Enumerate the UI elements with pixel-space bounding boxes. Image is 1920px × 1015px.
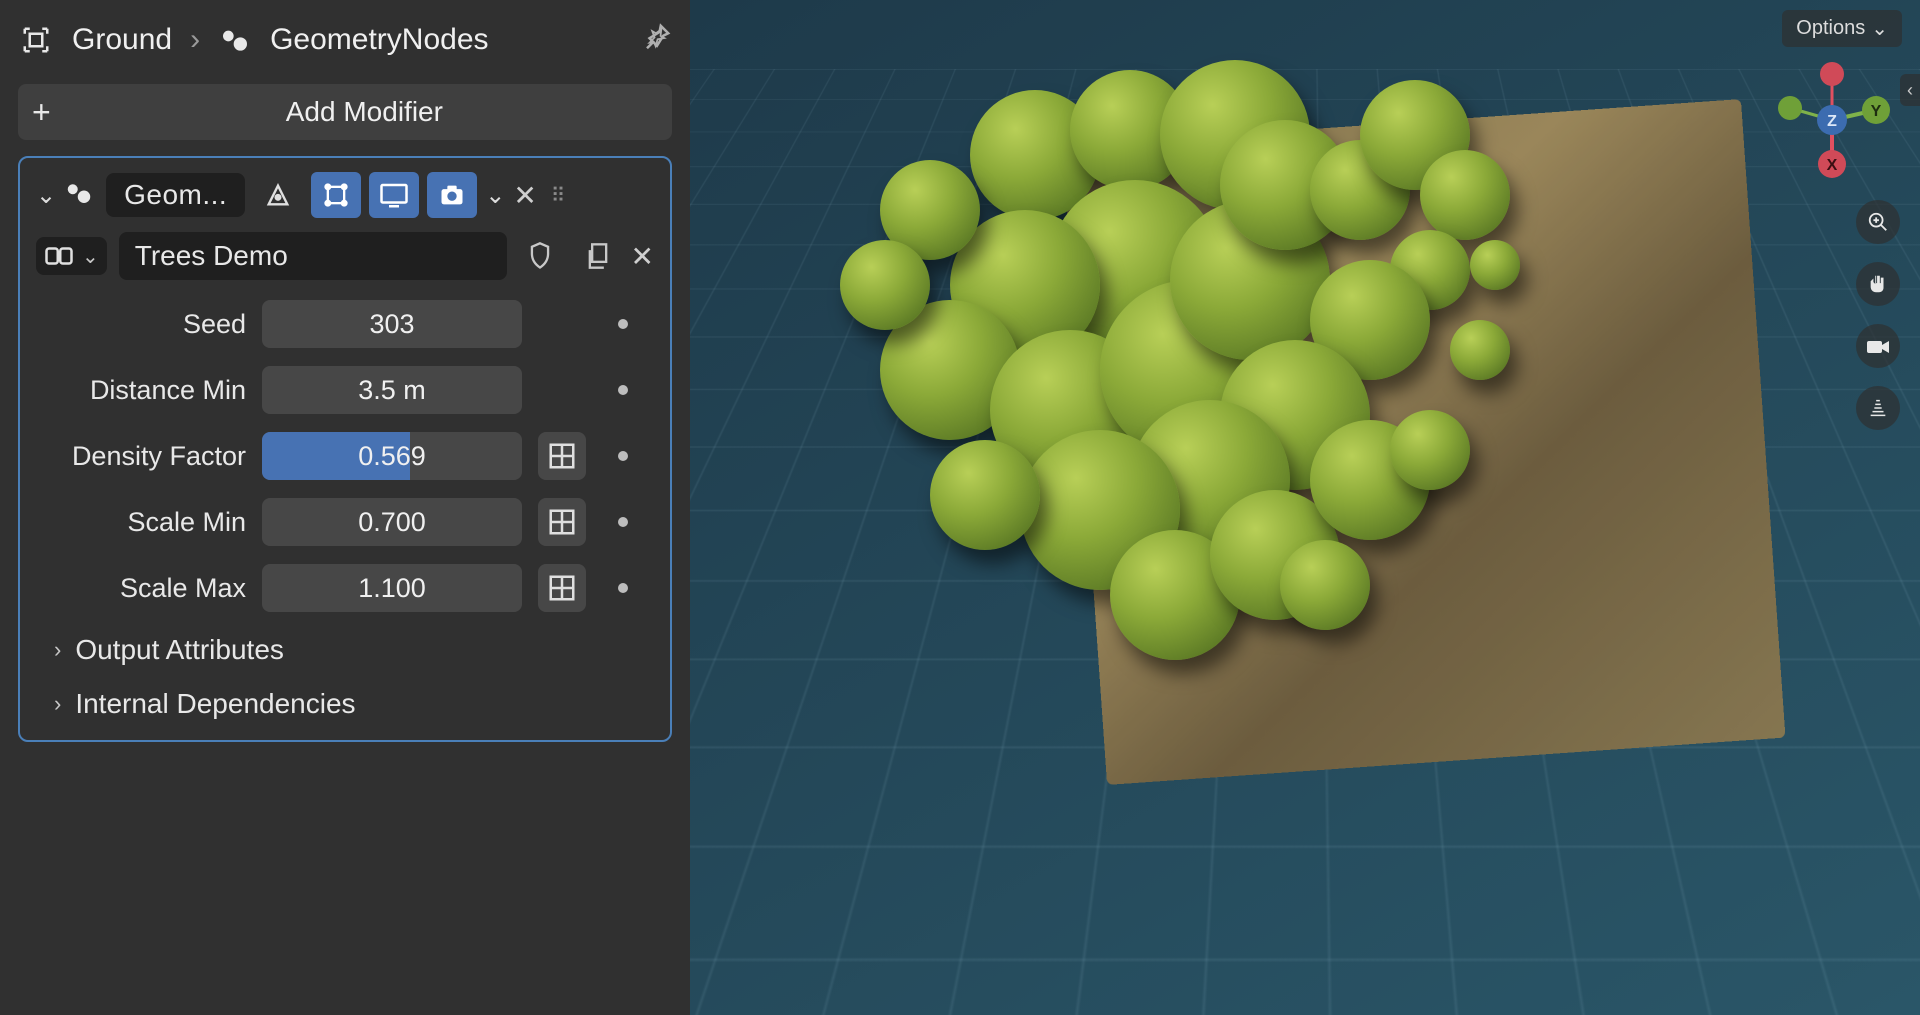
property-label: Seed: [36, 309, 246, 340]
property-row: Scale Max 1.100: [36, 564, 654, 612]
tree: [1420, 150, 1510, 240]
svg-text:Z: Z: [1827, 113, 1837, 130]
add-modifier-button[interactable]: + Add Modifier: [18, 84, 672, 140]
anim-dot[interactable]: [618, 517, 628, 527]
viewport[interactable]: Options ⌄ ‹ Y X Z: [690, 0, 1920, 1015]
perspective-icon[interactable]: [1856, 386, 1900, 430]
side-panel-toggle[interactable]: ‹: [1900, 74, 1920, 106]
attribute-toggle[interactable]: [538, 498, 586, 546]
output-attributes-section[interactable]: › Output Attributes: [36, 626, 654, 666]
density-factor-field[interactable]: 0.569: [262, 432, 522, 480]
svg-text:Y: Y: [1871, 103, 1882, 120]
render-toggle[interactable]: [427, 172, 477, 218]
distance-min-field[interactable]: 3.5 m: [262, 366, 522, 414]
anim-dot[interactable]: [618, 385, 628, 395]
add-modifier-label: Add Modifier: [71, 96, 658, 128]
node-group-selector[interactable]: ⌄: [36, 237, 107, 275]
breadcrumb-modifier[interactable]: GeometryNodes: [270, 23, 488, 57]
property-list: Seed 303 Distance Min 3.5 m Density Fact…: [36, 300, 654, 612]
modifier-name[interactable]: Geom...: [106, 173, 245, 217]
properties-panel: Ground › GeometryNodes + Add Modifier ⌄ …: [0, 0, 690, 1015]
viewport-side-icons: [1856, 200, 1900, 430]
pin-icon[interactable]: [642, 22, 672, 59]
tree: [840, 240, 930, 330]
object-icon: [18, 22, 54, 58]
scale-max-field[interactable]: 1.100: [262, 564, 522, 612]
unlink-icon[interactable]: ✕: [631, 240, 654, 273]
chevron-right-icon: ›: [190, 23, 200, 57]
section-label: Internal Dependencies: [75, 688, 355, 720]
plus-icon: +: [32, 94, 51, 131]
chevron-right-icon: ›: [54, 691, 61, 717]
breadcrumb-object[interactable]: Ground: [72, 23, 172, 57]
property-row: Scale Min 0.700: [36, 498, 654, 546]
modifier-header: ⌄ Geom... ⌄ ✕ ⠿: [36, 172, 654, 218]
zoom-icon[interactable]: [1856, 200, 1900, 244]
viewport-toggle[interactable]: [369, 172, 419, 218]
fake-user-toggle[interactable]: [515, 233, 565, 279]
internal-dependencies-section[interactable]: › Internal Dependencies: [36, 680, 654, 720]
geometry-nodes-icon: [64, 178, 98, 212]
property-row: Density Factor 0.569: [36, 432, 654, 480]
tree: [1470, 240, 1520, 290]
camera-icon[interactable]: [1856, 324, 1900, 368]
tree: [1450, 320, 1510, 380]
property-label: Scale Max: [36, 573, 246, 604]
property-row: Distance Min 3.5 m: [36, 366, 654, 414]
close-icon[interactable]: ✕: [513, 179, 536, 212]
chevron-down-icon[interactable]: ⌄: [36, 181, 56, 210]
realtime-toggle[interactable]: [311, 172, 361, 218]
seed-field[interactable]: 303: [262, 300, 522, 348]
node-group-row: ⌄ Trees Demo ✕: [36, 232, 654, 280]
property-label: Scale Min: [36, 507, 246, 538]
tree: [1390, 410, 1470, 490]
attribute-toggle[interactable]: [538, 432, 586, 480]
options-dropdown[interactable]: Options ⌄: [1782, 10, 1902, 47]
svg-text:X: X: [1827, 157, 1838, 174]
chevron-down-icon: ⌄: [82, 244, 99, 269]
extras-dropdown[interactable]: ⌄: [485, 181, 505, 210]
tree: [930, 440, 1040, 550]
navigation-gizmo[interactable]: Y X Z: [1772, 60, 1892, 180]
pan-icon[interactable]: [1856, 262, 1900, 306]
chevron-down-icon: ⌄: [1871, 16, 1888, 41]
property-row: Seed 303: [36, 300, 654, 348]
anim-dot[interactable]: [618, 583, 628, 593]
edit-mode-toggle[interactable]: [253, 172, 303, 218]
attribute-toggle[interactable]: [538, 564, 586, 612]
anim-dot[interactable]: [618, 319, 628, 329]
drag-handle-icon[interactable]: ⠿: [551, 183, 568, 208]
chevron-right-icon: ›: [54, 637, 61, 663]
modifier-block: ⌄ Geom... ⌄ ✕ ⠿ ⌄: [18, 156, 672, 742]
breadcrumb: Ground › GeometryNodes: [18, 12, 672, 68]
anim-dot[interactable]: [618, 451, 628, 461]
section-label: Output Attributes: [75, 634, 284, 666]
property-label: Distance Min: [36, 375, 246, 406]
property-label: Density Factor: [36, 441, 246, 472]
duplicate-icon[interactable]: [573, 233, 623, 279]
scale-min-field[interactable]: 0.700: [262, 498, 522, 546]
geometry-nodes-icon: [218, 23, 252, 57]
viewport-top-bar: Options ⌄: [1782, 10, 1902, 47]
tree: [1280, 540, 1370, 630]
node-group-name-field[interactable]: Trees Demo: [119, 232, 507, 280]
